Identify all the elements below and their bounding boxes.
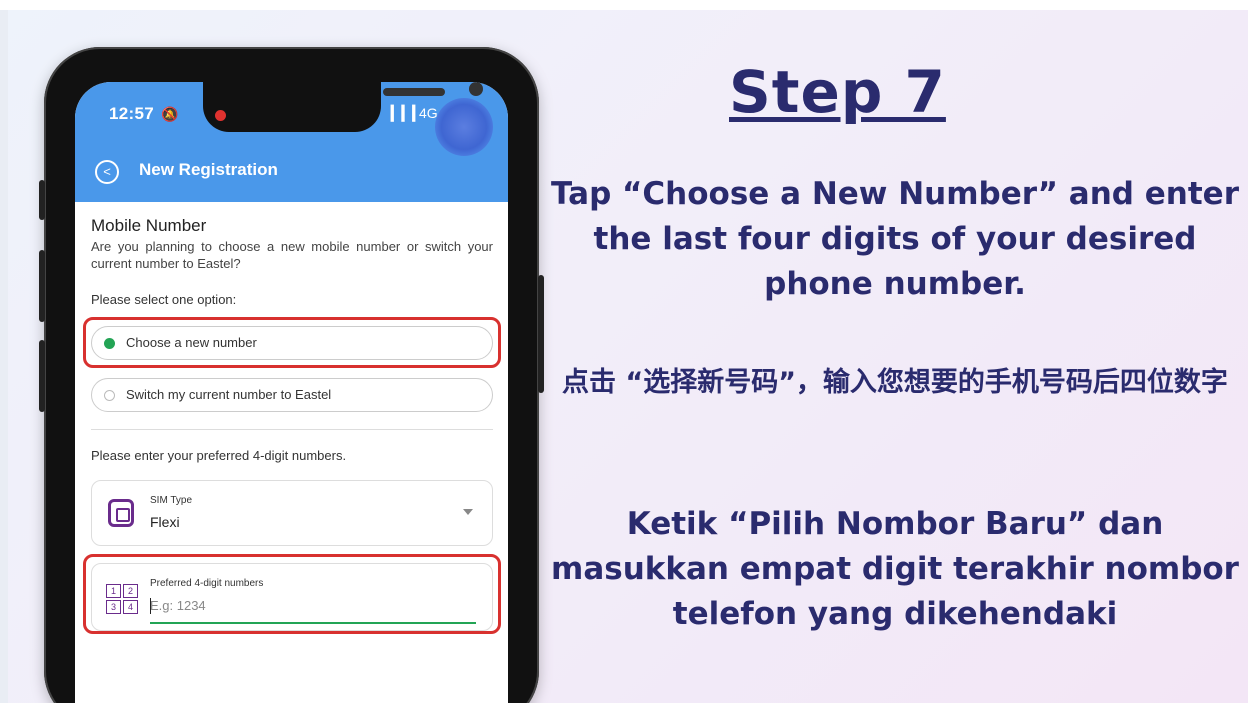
option-switch-number[interactable]: Switch my current number to Eastel xyxy=(91,378,493,412)
left-edge xyxy=(0,10,8,703)
preferred-numbers-label: Please enter your preferred 4-digit numb… xyxy=(91,448,347,463)
highlight-box-option xyxy=(83,317,501,368)
instruction-malay: Ketik “Pilih Nombor Baru” dan masukkan e… xyxy=(551,506,1239,632)
option-label: Switch my current number to Eastel xyxy=(126,387,332,402)
back-button[interactable]: < xyxy=(95,160,119,184)
chevron-left-icon: < xyxy=(103,164,111,179)
front-camera xyxy=(469,82,483,96)
dynamic-island xyxy=(203,82,483,132)
page-title: New Registration xyxy=(139,160,278,179)
step-heading: Step 7 xyxy=(729,58,946,126)
phone-volume-up xyxy=(39,250,45,322)
radio-unselected-icon xyxy=(104,390,115,401)
instruction-english: Tap “Choose a New Number” and enter the … xyxy=(551,176,1239,302)
speaker-grille xyxy=(383,88,445,96)
mute-icon: 🔕 xyxy=(161,106,179,122)
phone-volume-down xyxy=(39,340,45,412)
chevron-down-icon xyxy=(463,509,473,515)
sim-type-value: Flexi xyxy=(150,514,180,530)
sim-type-select[interactable]: SIM Type Flexi xyxy=(91,480,493,546)
section-description: Are you planning to choose a new mobile … xyxy=(91,239,493,271)
divider xyxy=(91,429,493,430)
phone-side-button xyxy=(39,180,45,220)
top-border xyxy=(0,0,1248,10)
section-title: Mobile Number xyxy=(91,216,207,235)
highlight-box-input xyxy=(83,554,501,634)
select-option-label: Please select one option: xyxy=(91,292,237,307)
phone-screen: 12:57 🔕 ▎▎▎ 4G 85 < New Registration Mob… xyxy=(75,82,508,703)
touch-indicator xyxy=(435,98,493,156)
sim-card-icon xyxy=(108,499,134,527)
form-content: Mobile Number Are you planning to choose… xyxy=(83,216,501,634)
status-time: 12:57 xyxy=(109,104,154,123)
network-type: 4G xyxy=(419,105,438,121)
sim-type-label: SIM Type xyxy=(150,495,193,506)
recording-indicator-icon xyxy=(215,110,226,121)
instruction-chinese: 点击 “选择新号码”，输入您想要的手机号码后四位数字 xyxy=(562,367,1228,398)
phone-power-button xyxy=(538,275,544,393)
